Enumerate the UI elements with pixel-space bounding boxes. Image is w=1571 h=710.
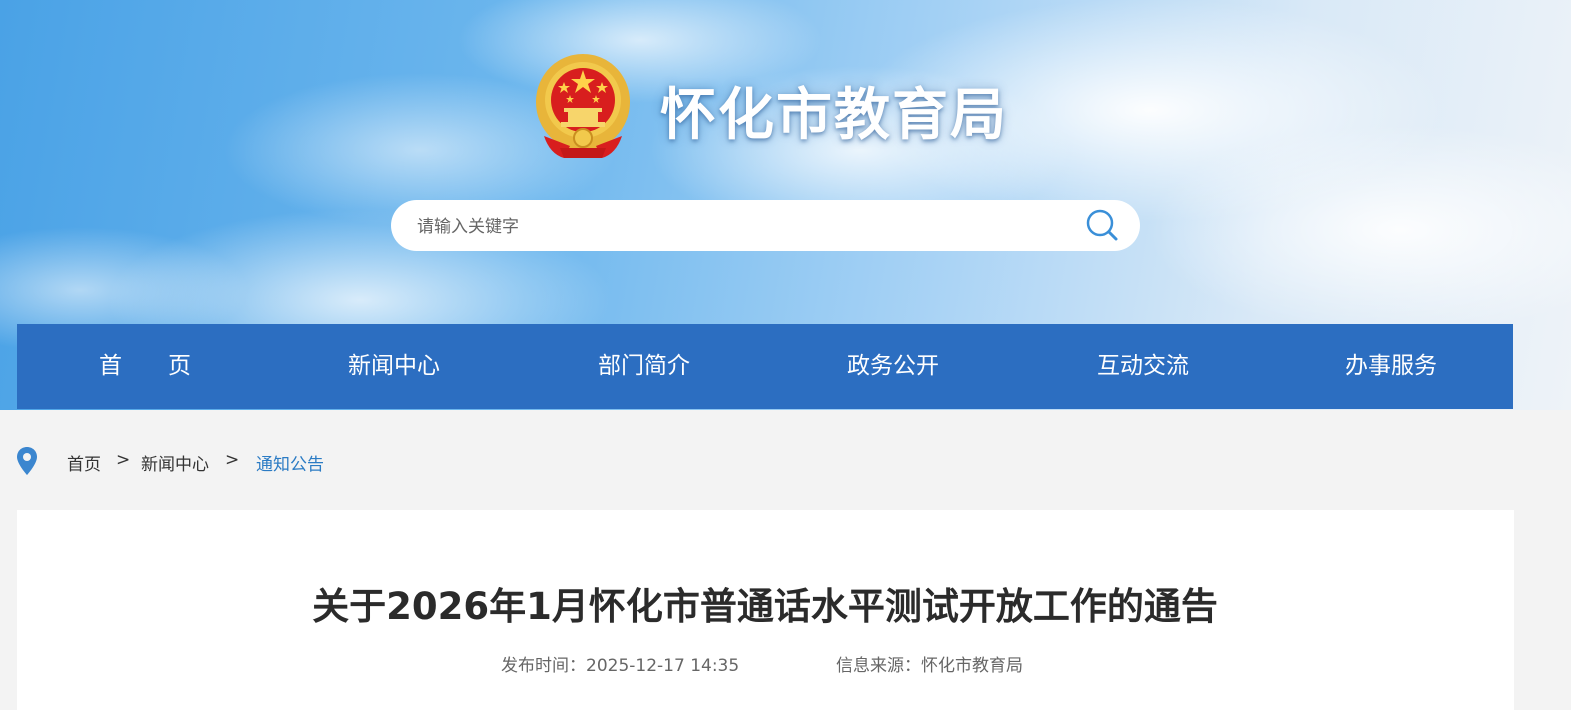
site-title: 怀化市教育局 <box>660 83 1008 148</box>
nav-item-interaction[interactable]: 互动交流 <box>1097 324 1189 409</box>
breadcrumb-separator: > <box>225 450 240 470</box>
search-bar <box>391 200 1140 253</box>
breadcrumb-home[interactable]: 首页 <box>67 450 101 475</box>
national-emblem-icon <box>536 54 630 158</box>
nav-item-department-intro[interactable]: 部门简介 <box>598 324 690 409</box>
search-icon[interactable] <box>1084 207 1120 243</box>
nav-item-home[interactable]: 首 页 <box>99 324 191 409</box>
breadcrumb-separator: > <box>116 450 131 470</box>
article-title: 关于2026年1月怀化市普通话水平测试开放工作的通告 <box>312 585 1218 628</box>
breadcrumb-notices[interactable]: 通知公告 <box>256 450 324 475</box>
publish-time: 发布时间：2025-12-17 14:35 <box>501 656 740 676</box>
info-source: 信息来源：怀化市教育局 <box>836 656 1023 676</box>
breadcrumb-news-center[interactable]: 新闻中心 <box>141 450 209 475</box>
nav-item-government-affairs[interactable]: 政务公开 <box>847 324 939 409</box>
location-pin-icon <box>17 447 37 475</box>
main-nav: 首 页 新闻中心 部门简介 政务公开 互动交流 办事服务 <box>17 324 1513 409</box>
nav-item-news-center[interactable]: 新闻中心 <box>348 324 440 409</box>
nav-item-services[interactable]: 办事服务 <box>1345 324 1437 409</box>
search-input[interactable] <box>415 200 1059 253</box>
